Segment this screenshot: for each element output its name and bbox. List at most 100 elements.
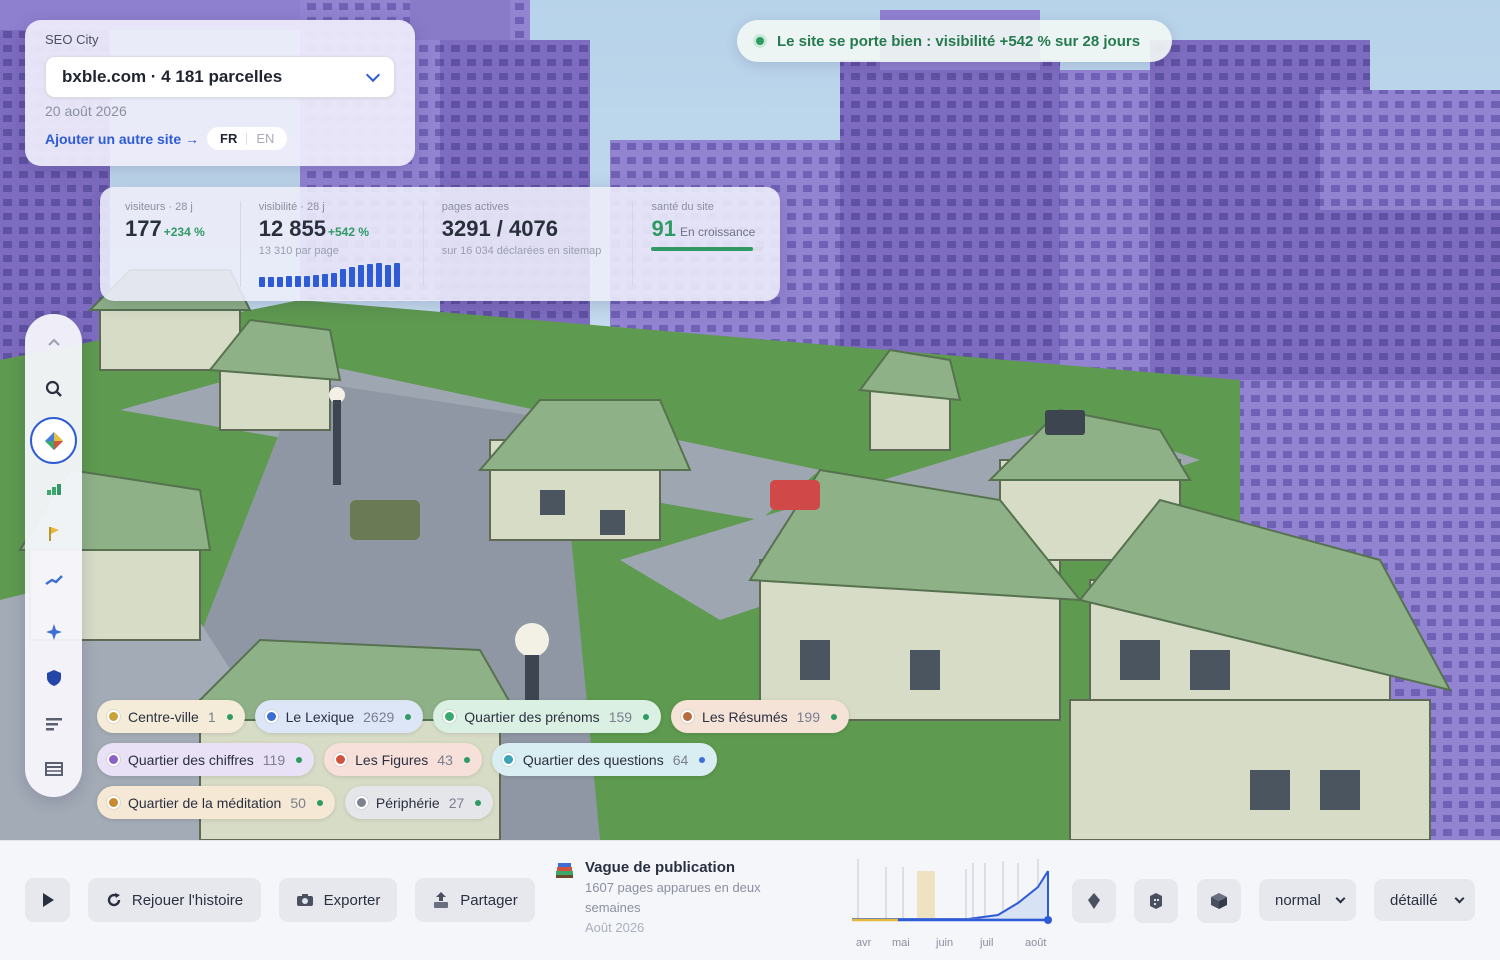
- view-iso-button[interactable]: [1197, 879, 1241, 923]
- district-status-dot: [405, 713, 412, 720]
- district-status-dot: [296, 756, 303, 763]
- stat-visibility-delta: +542 %: [328, 225, 370, 239]
- district-name: Quartier de la méditation: [128, 794, 282, 811]
- stat-health-value: 91: [651, 216, 676, 241]
- trend-icon[interactable]: [33, 562, 74, 598]
- stat-visibility-value: 12 855: [258, 216, 326, 241]
- shield-icon[interactable]: [33, 660, 74, 696]
- site-selector[interactable]: bxble.com · 4 181 parcelles: [45, 56, 395, 98]
- stat-divider: [239, 201, 241, 287]
- flag-icon[interactable]: [33, 516, 74, 552]
- district-color-dot: [107, 796, 120, 809]
- district-chip[interactable]: Centre-ville 1: [97, 700, 245, 733]
- sparkline-bar: [276, 277, 283, 287]
- language-switch: FR EN: [207, 127, 288, 150]
- sparkline-bar: [303, 276, 310, 287]
- stat-visibility-sub: 13 310 par page: [258, 245, 339, 257]
- stat-visitors-label: visiteurs · 28 j: [125, 201, 193, 213]
- chevron-up-icon[interactable]: [33, 324, 74, 360]
- stat-pages-label: pages actives: [441, 201, 510, 213]
- cube-icon: [1211, 893, 1227, 909]
- stat-divider: [422, 201, 424, 287]
- district-name: Centre-ville: [128, 708, 199, 725]
- district-chip-row: Quartier de la méditation 50 Périphérie 27: [97, 786, 877, 819]
- stat-health: santé du site 91 En croissance: [651, 201, 780, 301]
- share-icon: [432, 891, 450, 909]
- district-status-dot: [831, 713, 837, 720]
- add-site-link[interactable]: Ajouter un autre site →: [45, 131, 199, 147]
- detail-select[interactable]: détaillé: [1374, 879, 1475, 921]
- layers-icon[interactable]: [30, 417, 77, 464]
- lang-divider: [246, 132, 248, 145]
- export-label: Exporter: [323, 891, 381, 909]
- camera-icon: [296, 892, 314, 908]
- sparkle-icon[interactable]: [33, 614, 74, 650]
- sparkline-bar: [348, 267, 355, 287]
- tool-sidebar: [25, 314, 82, 797]
- sparkline-bar: [366, 264, 373, 287]
- stat-visitors-value: 177: [125, 216, 162, 241]
- list-icon[interactable]: [33, 706, 74, 742]
- timeline-month-label: juil: [980, 937, 994, 949]
- district-chip[interactable]: Le Lexique 2629: [254, 700, 424, 733]
- timeline-month-label: août: [1025, 937, 1047, 949]
- district-color-dot: [264, 710, 278, 723]
- district-name: Quartier des questions: [522, 751, 664, 768]
- district-color-dot: [107, 710, 120, 723]
- search-icon[interactable]: [33, 371, 74, 407]
- sparkline-bar: [339, 269, 346, 287]
- export-button[interactable]: Exporter: [279, 878, 397, 922]
- bar-chart-icon[interactable]: [33, 471, 74, 507]
- district-color-dot: [107, 753, 120, 766]
- district-count: 50: [290, 794, 306, 811]
- lang-fr-button[interactable]: FR: [213, 130, 244, 147]
- district-chip[interactable]: Quartier des prénoms 159: [433, 700, 662, 733]
- sparkline-bar: [330, 273, 337, 287]
- district-chip[interactable]: Quartier de la méditation 50: [97, 786, 335, 819]
- district-chip[interactable]: Les Résumés 199: [671, 700, 849, 733]
- visibility-sparkline: [258, 263, 407, 287]
- view-3d-button[interactable]: [1134, 879, 1178, 923]
- district-chip[interactable]: Quartier des questions 64: [491, 743, 718, 776]
- play-icon: [42, 893, 54, 907]
- district-status-dot: [643, 713, 650, 720]
- stat-health-status: En croissance: [679, 225, 756, 239]
- books-icon: [555, 859, 575, 884]
- play-button[interactable]: [25, 878, 70, 922]
- detail-select-value: détaillé: [1390, 891, 1438, 909]
- sparkline-bar: [375, 263, 382, 287]
- timeline-month-label: avr: [856, 937, 872, 949]
- district-count: 1: [207, 708, 216, 725]
- district-count: 199: [796, 708, 820, 725]
- view-2d-button[interactable]: [1072, 879, 1116, 923]
- district-name: Quartier des prénoms: [464, 708, 600, 725]
- event-description: 1607 pages apparues en deux semaines: [585, 880, 761, 915]
- timeline-event: Vague de publication 1607 pages apparues…: [555, 859, 815, 938]
- history-timeline[interactable]: avr mai juin juil août: [848, 853, 1058, 953]
- sparkline-bar: [393, 263, 400, 287]
- sparkline-bar: [357, 265, 364, 287]
- site-date: 20 août 2026: [45, 103, 127, 119]
- district-color-dot: [501, 753, 515, 766]
- table-icon[interactable]: [33, 751, 74, 787]
- district-count: 119: [262, 751, 286, 768]
- replay-story-label: Rejouer l'histoire: [131, 891, 244, 909]
- district-status-dot: [475, 799, 482, 806]
- district-chip[interactable]: Périphérie 27: [344, 786, 494, 819]
- replay-story-button[interactable]: Rejouer l'histoire: [88, 878, 261, 922]
- sparkline-bar: [321, 274, 328, 287]
- stat-visitors: visiteurs · 28 j 177 +234 %: [125, 201, 240, 301]
- share-button[interactable]: Partager: [415, 878, 535, 922]
- district-name: Les Figures: [355, 751, 429, 768]
- lang-en-button[interactable]: EN: [249, 130, 281, 147]
- district-chip[interactable]: Quartier des chiffres 119: [97, 743, 315, 776]
- sparkline-bar: [384, 265, 391, 287]
- district-chip[interactable]: Les Figures 43: [324, 743, 482, 776]
- app-name: SEO City: [45, 32, 99, 47]
- building-icon: [1150, 893, 1162, 909]
- sparkline-bar: [258, 277, 265, 287]
- sparkline-bar: [294, 276, 301, 287]
- timeline-month-label: mai: [892, 937, 910, 949]
- speed-select[interactable]: normal: [1259, 879, 1356, 921]
- stats-panel: visiteurs · 28 j 177 +234 % visibilité · …: [100, 187, 780, 301]
